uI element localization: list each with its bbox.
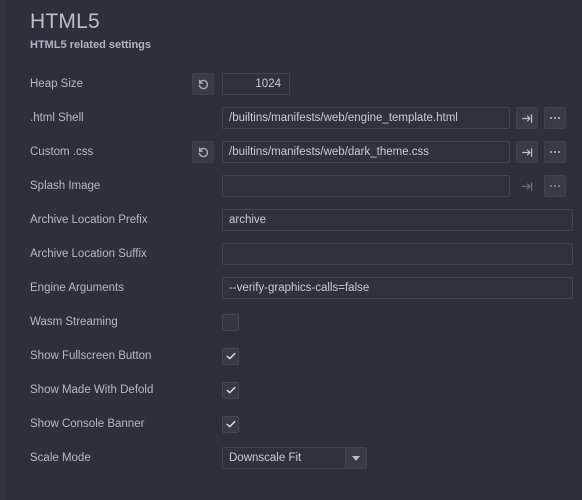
archive-suffix-input[interactable]: [222, 243, 573, 265]
engine-arguments-input[interactable]: --verify-graphics-calls=false: [222, 277, 573, 299]
check-icon: [226, 386, 235, 394]
goto-icon[interactable]: [516, 175, 538, 197]
row-archive-prefix: Archive Location Prefix archive: [6, 203, 582, 237]
row-heap-size: Heap Size 1024: [6, 67, 582, 101]
control-archive-prefix: archive: [192, 209, 582, 231]
check-icon: [226, 352, 235, 360]
ellipsis-icon[interactable]: [544, 175, 566, 197]
row-splash-image: Splash Image: [6, 169, 582, 203]
control-html-shell: /builtins/manifests/web/engine_template.…: [192, 107, 582, 129]
check-icon: [226, 420, 235, 428]
label-show-made-with-defold: Show Made With Defold: [30, 384, 154, 396]
row-show-fullscreen-button: Show Fullscreen Button: [6, 339, 582, 373]
control-splash-image: [192, 175, 582, 197]
goto-icon[interactable]: [516, 107, 538, 129]
label-wasm-streaming: Wasm Streaming: [30, 316, 118, 328]
row-show-made-with-defold: Show Made With Defold: [6, 373, 582, 407]
row-engine-arguments: Engine Arguments --verify-graphics-calls…: [6, 271, 582, 305]
panel-header: HTML5 HTML5 related settings: [6, 0, 582, 52]
label-html-shell: .html Shell: [30, 112, 84, 124]
control-custom-css: /builtins/manifests/web/dark_theme.css: [192, 141, 582, 163]
label-engine-arguments: Engine Arguments: [30, 282, 124, 294]
reset-slot-custom-css: [192, 141, 222, 163]
row-show-console-banner: Show Console Banner: [6, 407, 582, 441]
chevron-down-icon[interactable]: [345, 447, 367, 469]
page-title: HTML5: [30, 10, 100, 33]
scale-mode-select[interactable]: Downscale Fit: [222, 447, 367, 469]
html-shell-input[interactable]: /builtins/manifests/web/engine_template.…: [222, 107, 510, 129]
label-show-fullscreen-button: Show Fullscreen Button: [30, 350, 152, 362]
label-splash-image: Splash Image: [30, 180, 101, 192]
reset-icon[interactable]: [192, 73, 214, 95]
custom-css-input[interactable]: /builtins/manifests/web/dark_theme.css: [222, 141, 510, 163]
splash-image-input[interactable]: [222, 175, 510, 197]
control-show-fullscreen-button: [192, 347, 582, 365]
control-engine-arguments: --verify-graphics-calls=false: [192, 277, 582, 299]
label-archive-prefix: Archive Location Prefix: [30, 214, 148, 226]
show-made-with-defold-checkbox[interactable]: [222, 381, 239, 399]
row-wasm-streaming: Wasm Streaming: [6, 305, 582, 339]
label-custom-css: Custom .css: [30, 146, 94, 158]
row-archive-suffix: Archive Location Suffix: [6, 237, 582, 271]
label-scale-mode: Scale Mode: [30, 452, 91, 464]
scale-mode-value: Downscale Fit: [222, 447, 345, 469]
row-html-shell: .html Shell /builtins/manifests/web/engi…: [6, 101, 582, 135]
control-heap-size: 1024: [192, 73, 582, 95]
show-console-banner-checkbox[interactable]: [222, 415, 239, 433]
control-archive-suffix: [192, 243, 582, 265]
wasm-streaming-checkbox[interactable]: [222, 313, 239, 331]
show-fullscreen-button-checkbox[interactable]: [222, 347, 239, 365]
control-show-console-banner: [192, 415, 582, 433]
page-subtitle: HTML5 related settings: [30, 39, 152, 51]
control-scale-mode: Downscale Fit: [192, 447, 582, 469]
settings-rows: Heap Size 1024 .html Shell /builtins/man…: [6, 67, 582, 475]
row-custom-css: Custom .css /builtins/manifests/web/dark…: [6, 135, 582, 169]
label-show-console-banner: Show Console Banner: [30, 418, 145, 430]
html5-settings-panel: HTML5 HTML5 related settings Heap Size 1…: [0, 0, 582, 500]
reset-icon[interactable]: [192, 141, 214, 163]
control-wasm-streaming: [192, 313, 582, 331]
ellipsis-icon[interactable]: [544, 141, 566, 163]
row-scale-mode: Scale Mode Downscale Fit: [6, 441, 582, 475]
goto-icon[interactable]: [516, 141, 538, 163]
heap-size-input[interactable]: 1024: [222, 73, 290, 95]
label-heap-size: Heap Size: [30, 78, 84, 90]
archive-prefix-input[interactable]: archive: [222, 209, 573, 231]
control-show-made-with-defold: [192, 381, 582, 399]
label-archive-suffix: Archive Location Suffix: [30, 248, 147, 260]
ellipsis-icon[interactable]: [544, 107, 566, 129]
reset-slot-heap-size: [192, 73, 222, 95]
